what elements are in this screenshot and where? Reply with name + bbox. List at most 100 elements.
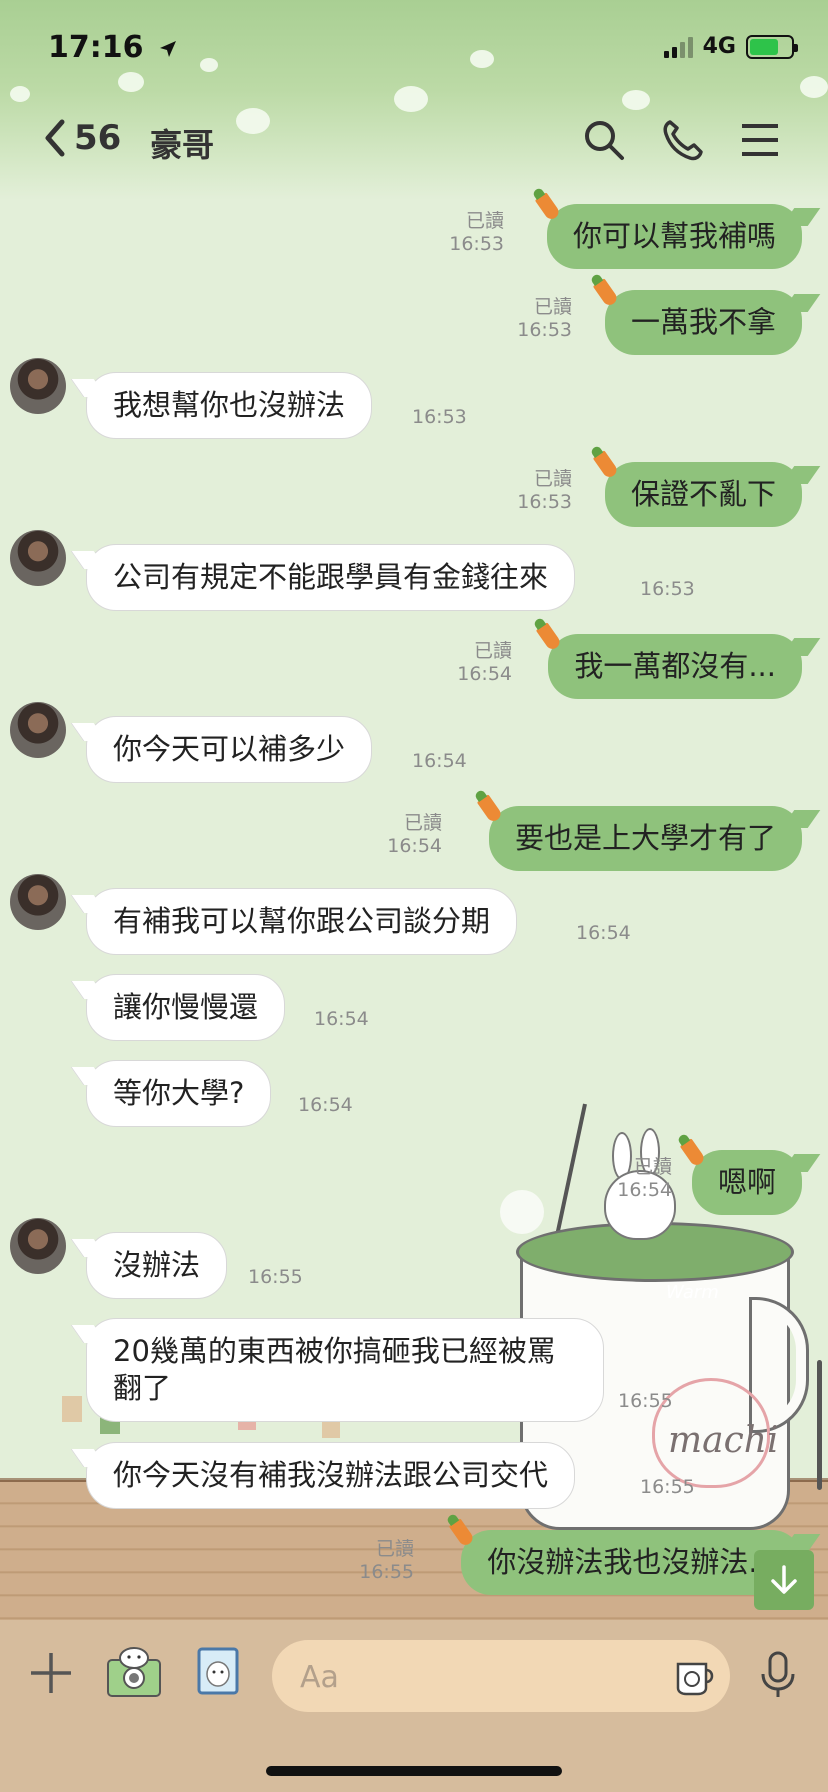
sent-message[interactable]: 嗯啊: [679, 1138, 802, 1215]
chat-screen: 17:16 4G 56 豪哥 machi Warm 已讀 16:53 你可以幫我…: [0, 0, 828, 1792]
cloud-decoration: [10, 86, 30, 102]
sent-message[interactable]: 你沒辦法我也沒辦法...: [449, 1518, 802, 1595]
steam-decoration: [500, 1190, 544, 1234]
read-receipt: 已讀: [375, 1538, 414, 1560]
message-time: 16:54: [314, 1008, 369, 1030]
cloud-decoration: [200, 58, 218, 72]
carrot-icon: [536, 622, 563, 652]
avatar[interactable]: [10, 1218, 66, 1274]
message-text: 沒辦法: [113, 1248, 201, 1282]
message-meta: 已讀 16:53: [449, 210, 504, 256]
avatar[interactable]: [10, 358, 66, 414]
status-time: 17:16: [48, 30, 178, 65]
message-time: 16:54: [298, 1094, 353, 1116]
message-text: 20幾萬的東西被你搞砸我已經被罵翻了: [113, 1334, 556, 1405]
message-text: 要也是上大學才有了: [514, 821, 776, 855]
carrot-icon: [592, 278, 620, 308]
message-text: 你今天沒有補我沒辦法跟公司交代: [113, 1458, 549, 1492]
status-indicators: 4G: [663, 34, 798, 59]
battery-icon: [746, 34, 798, 59]
message-time: 16:53: [517, 491, 572, 513]
message-text: 我想幫你也沒辦法: [113, 388, 346, 422]
phone-icon[interactable]: [660, 118, 704, 162]
read-receipt: 已讀: [533, 296, 572, 318]
carrot-icon: [679, 1138, 707, 1168]
message-text: 嗯啊: [717, 1165, 776, 1199]
message-time: 16:53: [412, 406, 467, 428]
sent-message[interactable]: 你可以幫我補嗎: [534, 192, 802, 269]
message-text: 保證不亂下: [630, 477, 776, 511]
search-icon[interactable]: [582, 118, 626, 162]
menu-icon[interactable]: [738, 118, 782, 162]
avatar[interactable]: [10, 874, 66, 930]
message-time: 16:55: [359, 1561, 414, 1583]
message-time: 16:54: [387, 835, 442, 857]
back-button[interactable]: 56: [42, 118, 121, 158]
back-chevron-icon: [45, 119, 65, 157]
message-text: 你沒辦法我也沒辦法...: [487, 1545, 776, 1579]
signal-icon: [663, 36, 693, 58]
cloud-decoration: [118, 72, 144, 92]
received-message[interactable]: 沒辦法: [86, 1232, 228, 1299]
message-text: 一萬我不拿: [630, 305, 776, 339]
mic-icon[interactable]: [758, 1650, 798, 1700]
block-decoration: [62, 1396, 82, 1422]
unread-count: 56: [74, 118, 122, 158]
message-text: 你今天可以補多少: [113, 732, 346, 766]
read-receipt: 已讀: [633, 1156, 672, 1178]
read-receipt: 已讀: [465, 210, 504, 232]
sent-message[interactable]: 一萬我不拿: [592, 278, 802, 355]
network-type: 4G: [702, 34, 736, 59]
message-meta: 已讀 16:54: [457, 640, 512, 686]
cloud-decoration: [236, 108, 270, 134]
message-text: 公司有規定不能跟學員有金錢往來: [113, 560, 549, 594]
message-time: 16:55: [618, 1390, 673, 1412]
message-text: 讓你慢慢還: [113, 990, 259, 1024]
sent-message[interactable]: 要也是上大學才有了: [476, 794, 802, 871]
message-time: 16:55: [248, 1266, 303, 1288]
cloud-decoration: [394, 86, 428, 112]
message-time: 16:55: [640, 1476, 695, 1498]
avatar[interactable]: [10, 702, 66, 758]
received-message[interactable]: 等你大學?: [86, 1060, 272, 1127]
sent-message[interactable]: 保證不亂下: [592, 450, 802, 527]
received-message[interactable]: 你今天沒有補我沒辦法跟公司交代: [86, 1442, 576, 1509]
home-indicator[interactable]: [266, 1766, 562, 1776]
message-text: 有補我可以幫你跟公司談分期: [113, 904, 491, 938]
message-meta: 已讀 16:53: [517, 296, 572, 342]
message-input[interactable]: Aa: [272, 1640, 730, 1712]
carrot-icon: [592, 450, 620, 480]
cloud-decoration: [800, 76, 828, 98]
read-receipt: 已讀: [403, 812, 442, 834]
avatar[interactable]: [10, 530, 66, 586]
received-message[interactable]: 有補我可以幫你跟公司談分期: [86, 888, 518, 955]
received-message[interactable]: 公司有規定不能跟學員有金錢往來: [86, 544, 576, 611]
read-receipt: 已讀: [473, 640, 512, 662]
sent-message[interactable]: 我一萬都沒有...: [536, 622, 802, 699]
read-receipt: 已讀: [533, 468, 572, 490]
message-meta: 已讀 16:55: [359, 1538, 414, 1584]
cup-latte-text: Warm: [666, 1282, 719, 1303]
message-meta: 已讀 16:53: [517, 468, 572, 514]
image-icon[interactable]: [196, 1646, 240, 1696]
received-message[interactable]: 讓你慢慢還: [86, 974, 286, 1041]
plus-icon[interactable]: [28, 1650, 74, 1696]
arrow-down-icon: [771, 1565, 797, 1594]
camera-icon[interactable]: [106, 1646, 162, 1698]
message-time: 16:53: [449, 233, 504, 255]
scrollbar[interactable]: [817, 1360, 822, 1490]
message-text: 你可以幫我補嗎: [572, 219, 776, 253]
message-time: 16:54: [412, 750, 467, 772]
input-bar: Aa: [0, 1620, 828, 1792]
received-message[interactable]: 我想幫你也沒辦法: [86, 372, 373, 439]
message-time: 16:53: [517, 319, 572, 341]
sticker-icon[interactable]: [672, 1654, 716, 1698]
message-input-placeholder: Aa: [300, 1660, 339, 1695]
carrot-icon: [476, 794, 504, 824]
received-message[interactable]: 你今天可以補多少: [86, 716, 373, 783]
message-time: 16:54: [576, 922, 631, 944]
received-message[interactable]: 20幾萬的東西被你搞砸我已經被罵翻了: [86, 1318, 604, 1422]
scroll-to-bottom-button[interactable]: [754, 1550, 814, 1610]
message-meta: 已讀 16:54: [617, 1156, 672, 1202]
message-time: 16:54: [617, 1179, 672, 1201]
